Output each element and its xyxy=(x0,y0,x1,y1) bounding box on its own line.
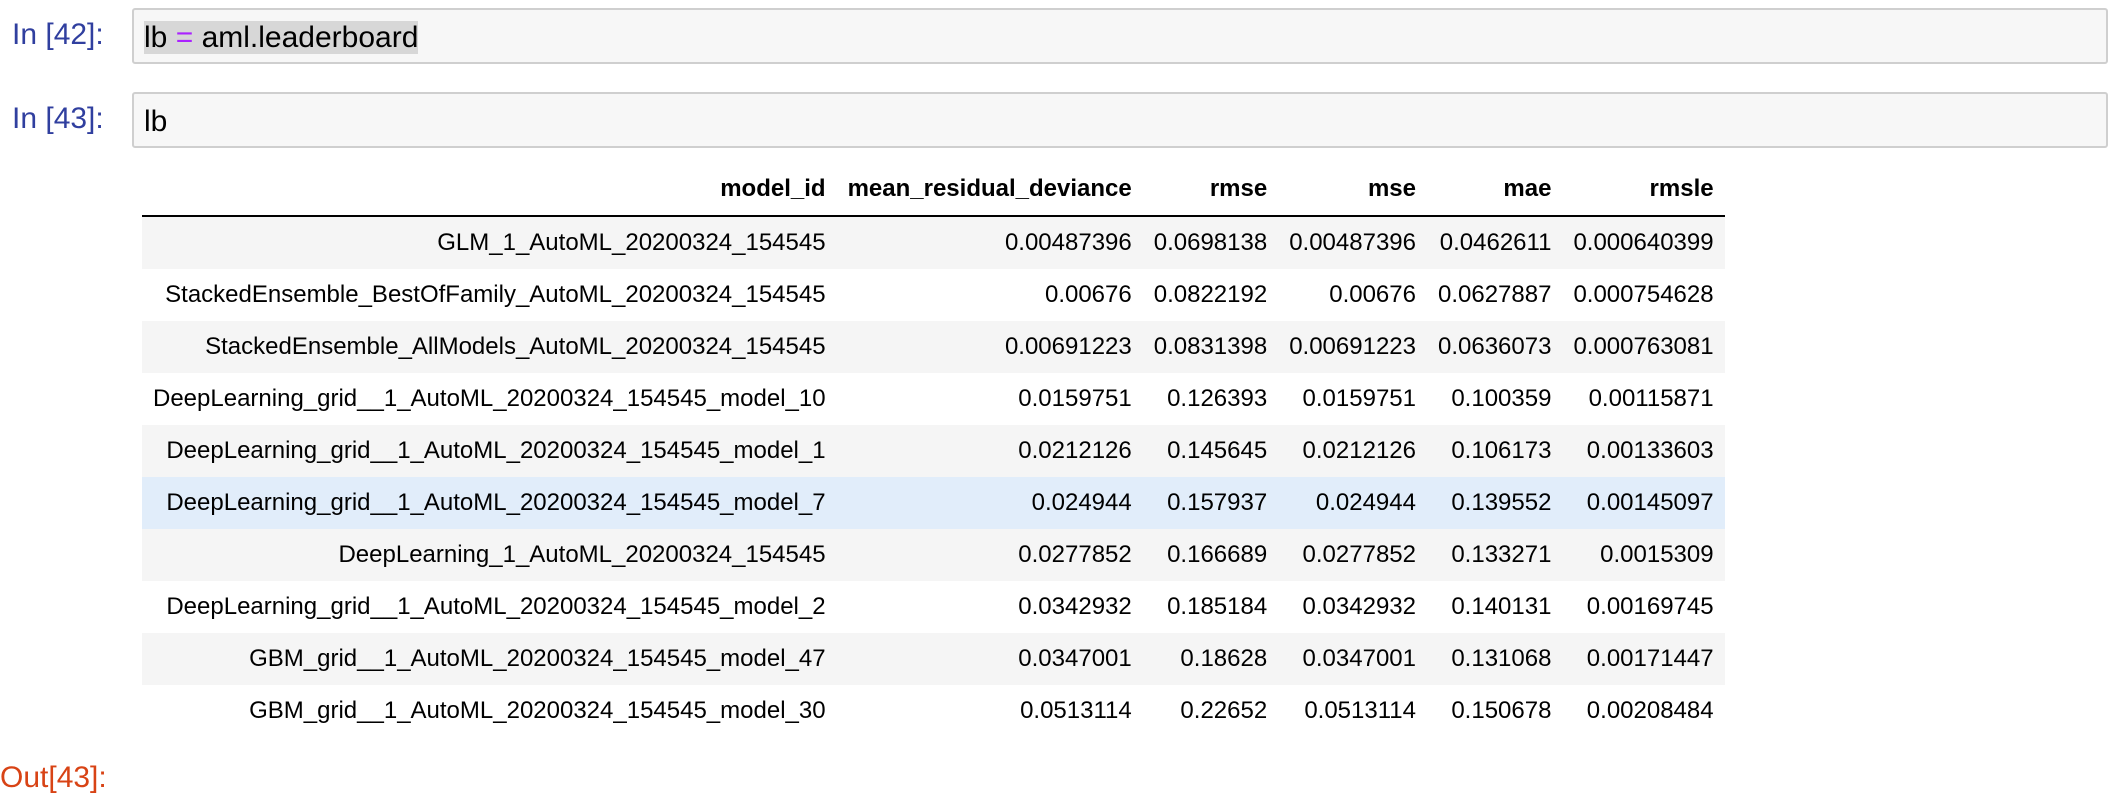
selected-text: lb = aml.leaderboard xyxy=(144,21,419,54)
code-cell-42[interactable]: In [42]: lb = aml.leaderboard xyxy=(0,8,2118,68)
table-cell-model-id: StackedEnsemble_AllModels_AutoML_2020032… xyxy=(205,333,826,360)
column-header-model-id: model_id xyxy=(142,163,837,217)
column-header-mse: mse xyxy=(1278,163,1427,217)
table-cell-mse: 0.0347001 xyxy=(1302,645,1416,672)
table-cell-rmsle: 0.0015309 xyxy=(1600,541,1714,568)
table-cell-mae: 0.0462611 xyxy=(1439,229,1552,256)
table-row: GBM_grid__1_AutoML_20200324_154545_model… xyxy=(142,685,1725,737)
table-cell-model-id: GLM_1_AutoML_20200324_154545 xyxy=(437,229,826,256)
table-cell-mse: 0.0159751 xyxy=(1302,385,1416,412)
code-input[interactable]: lb = aml.leaderboard xyxy=(132,8,2108,64)
table-cell-mse: 0.0513114 xyxy=(1304,697,1416,724)
table-cell-mae: 0.100359 xyxy=(1451,385,1552,412)
table-cell-mean-residual-deviance: 0.0513114 xyxy=(1020,697,1132,724)
table-row: DeepLearning_grid__1_AutoML_20200324_154… xyxy=(142,581,1725,633)
table-cell-model-id: DeepLearning_grid__1_AutoML_20200324_154… xyxy=(153,385,826,412)
table-row: StackedEnsemble_AllModels_AutoML_2020032… xyxy=(142,321,1725,373)
table-cell-mae: 0.0627887 xyxy=(1437,281,1552,308)
table-cell-rmse: 0.22652 xyxy=(1180,697,1268,724)
table-cell-model-id: DeepLearning_grid__1_AutoML_20200324_154… xyxy=(166,593,826,620)
table-cell-mse: 0.00487396 xyxy=(1289,229,1416,256)
table-cell-rmse: 0.0822192 xyxy=(1153,281,1268,308)
table-cell-rmsle: 0.000754628 xyxy=(1573,281,1714,308)
input-prompt: In [42]: xyxy=(12,18,104,51)
table-cell-model-id: GBM_grid__1_AutoML_20200324_154545_model… xyxy=(249,645,826,672)
table-cell-mean-residual-deviance: 0.00691223 xyxy=(1004,333,1132,360)
column-header-mae: mae xyxy=(1426,163,1563,217)
table-row: DeepLearning_1_AutoML_20200324_154545 0.0… xyxy=(142,529,1725,581)
code-input[interactable]: lb xyxy=(132,92,2108,148)
table-cell-rmsle: 0.00169745 xyxy=(1586,593,1714,620)
table-cell-mse: 0.0277852 xyxy=(1302,541,1416,568)
table-cell-mse: 0.00691223 xyxy=(1289,333,1416,360)
table-row: StackedEnsemble_BestOfFamily_AutoML_2020… xyxy=(142,269,1725,321)
table-cell-mean-residual-deviance: 0.0342932 xyxy=(1018,593,1132,620)
table-cell-rmse: 0.0698138 xyxy=(1153,229,1268,256)
table-row: GBM_grid__1_AutoML_20200324_154545_model… xyxy=(142,633,1725,685)
table-cell-mae: 0.106173 xyxy=(1451,437,1552,464)
table-cell-rmsle: 0.000763081 xyxy=(1573,333,1714,360)
table-cell-mean-residual-deviance: 0.0212126 xyxy=(1018,437,1132,464)
column-header-rmsle: rmsle xyxy=(1562,163,1725,217)
table-cell-mse: 0.00676 xyxy=(1329,281,1416,308)
table-cell-model-id: DeepLearning_grid__1_AutoML_20200324_154… xyxy=(166,489,826,516)
table-cell-mae: 0.0636073 xyxy=(1437,333,1552,360)
table-cell-mean-residual-deviance: 0.0159751 xyxy=(1018,385,1132,412)
table-cell-mae: 0.133271 xyxy=(1451,541,1552,568)
table-cell-mae: 0.140131 xyxy=(1451,593,1552,620)
table-cell-model-id: StackedEnsemble_BestOfFamily_AutoML_2020… xyxy=(165,281,826,308)
table-cell-rmsle: 0.000640399 xyxy=(1573,229,1714,256)
table-cell-mean-residual-deviance: 0.00487396 xyxy=(1004,229,1132,256)
table-cell-mae: 0.139552 xyxy=(1451,489,1552,516)
column-header-mean-residual-deviance: mean_residual_deviance xyxy=(836,163,1143,217)
table-cell-mse: 0.0212126 xyxy=(1302,437,1416,464)
table-cell-rmsle: 0.00133603 xyxy=(1586,437,1714,464)
table-cell-rmse: 0.166689 xyxy=(1167,541,1268,568)
table-cell-rmsle: 0.00208484 xyxy=(1586,697,1714,724)
table-cell-mae: 0.131068 xyxy=(1451,645,1552,672)
table-row: DeepLearning_grid__1_AutoML_20200324_154… xyxy=(142,477,1725,529)
table-cell-rmse: 0.0831398 xyxy=(1153,333,1268,360)
table-body: GLM_1_AutoML_20200324_154545 0.00487396 0.… xyxy=(142,216,1725,737)
column-header-rmse: rmse xyxy=(1142,163,1279,217)
table-cell-rmse: 0.185184 xyxy=(1167,593,1268,620)
table-cell-mse: 0.0342932 xyxy=(1302,593,1416,620)
leaderboard-table: model_id mean_residual_deviance rmse mse mae… xyxy=(142,163,1725,737)
assign-operator: = xyxy=(175,21,194,54)
table-cell-rmse: 0.145645 xyxy=(1167,437,1268,464)
table-cell-rmse: 0.18628 xyxy=(1180,645,1268,672)
output-prompt: Out[43]: xyxy=(0,761,107,794)
table-cell-model-id: DeepLearning_1_AutoML_20200324_154545 xyxy=(338,541,826,568)
table-cell-model-id: GBM_grid__1_AutoML_20200324_154545_model… xyxy=(249,697,826,724)
input-prompt: In [43]: xyxy=(12,102,104,135)
code-text: lb xyxy=(144,105,168,138)
table-cell-mse: 0.024944 xyxy=(1315,489,1416,516)
code-cell-43[interactable]: In [43]: lb xyxy=(0,92,2118,152)
table-cell-rmse: 0.126393 xyxy=(1167,385,1268,412)
table-cell-rmsle: 0.00115871 xyxy=(1588,385,1714,412)
table-cell-mean-residual-deviance: 0.0347001 xyxy=(1018,645,1132,672)
table-row: DeepLearning_grid__1_AutoML_20200324_154… xyxy=(142,425,1725,477)
table-cell-rmsle: 0.00145097 xyxy=(1586,489,1714,516)
table-cell-rmse: 0.157937 xyxy=(1167,489,1268,516)
code-text: lb = aml.leaderboard xyxy=(144,21,419,54)
table-row: DeepLearning_grid__1_AutoML_20200324_154… xyxy=(142,373,1725,425)
table-row: GLM_1_AutoML_20200324_154545 0.00487396 0.… xyxy=(142,216,1725,269)
table-cell-mean-residual-deviance: 0.024944 xyxy=(1031,489,1132,516)
table-cell-mean-residual-deviance: 0.00676 xyxy=(1044,281,1132,308)
table-cell-rmsle: 0.00171447 xyxy=(1586,645,1714,672)
table-cell-mean-residual-deviance: 0.0277852 xyxy=(1018,541,1132,568)
table-cell-model-id: DeepLearning_grid__1_AutoML_20200324_154… xyxy=(166,437,826,464)
table-header-row: model_id mean_residual_deviance rmse mse mae… xyxy=(142,163,1725,217)
table-cell-mae: 0.150678 xyxy=(1451,697,1552,724)
